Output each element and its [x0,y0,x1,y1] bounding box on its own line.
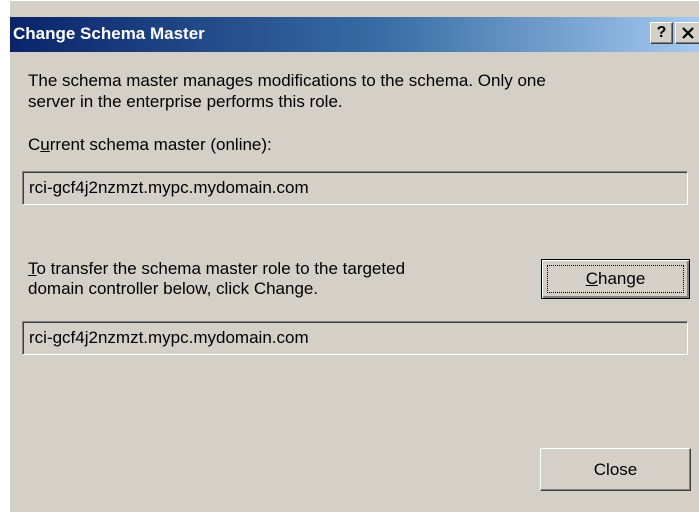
transfer-line-1-rest: o transfer the schema master role to the… [36,259,406,278]
target-dc-field[interactable]: rci-gcf4j2nzmzt.mypc.mydomain.com [22,321,688,355]
change-button-label: Change [542,269,689,289]
change-label-rest: hange [598,269,646,288]
change-button[interactable]: Change [541,259,690,299]
close-button[interactable]: Close [540,448,691,491]
help-button[interactable]: ? [650,22,673,44]
current-label-prefix: C [28,135,41,154]
description-line-2: server in the enterprise performs this r… [28,92,343,111]
change-schema-master-dialog: Change Schema Master ? The schema master… [9,0,699,512]
current-master-label: Current schema master (online): [28,135,272,155]
transfer-instructions-line-2: domain controller below, click Change. [28,279,319,298]
change-mnemonic: C [585,269,598,288]
transfer-instructions-line-1: To transfer the schema master role to th… [28,259,405,279]
description-line-1: The schema master manages modifications … [28,71,546,90]
close-icon[interactable] [675,22,699,44]
transfer-mnemonic: T [28,259,37,278]
current-master-field[interactable]: rci-gcf4j2nzmzt.mypc.mydomain.com [22,171,688,205]
current-label-rest: rrent schema master (online): [49,135,272,154]
title-bar[interactable]: Change Schema Master ? [10,17,699,52]
current-label-mnemonic: u [40,135,50,154]
dialog-title: Change Schema Master [13,24,205,43]
